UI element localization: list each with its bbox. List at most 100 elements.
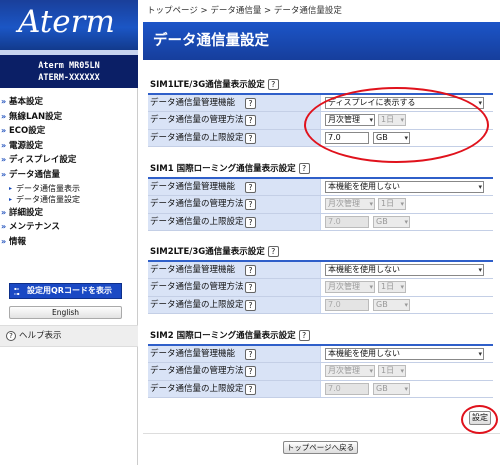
- row-limit-setting: データ通信量の上限設定? 7.0 GB ▾: [148, 213, 493, 231]
- chevron-down-icon: ▾: [369, 283, 373, 292]
- row-management-function: データ通信量管理機能? 本機能を使用しない ▾: [148, 179, 493, 197]
- management-function-select[interactable]: 本機能を使用しない ▾: [325, 348, 484, 360]
- arrow-icon: »: [1, 140, 7, 150]
- device-id: ATERM-XXXXXX: [38, 73, 100, 83]
- nav-item-power[interactable]: » 電源設定: [0, 139, 138, 154]
- limit-input[interactable]: 7.0: [325, 298, 369, 311]
- arrow-icon: »: [1, 126, 7, 136]
- management-method-select[interactable]: 月次管理 ▾: [325, 114, 375, 127]
- arrow-icon: »: [1, 155, 7, 165]
- limit-input[interactable]: 7.0: [325, 215, 369, 228]
- reset-day-select[interactable]: 1日 ▾: [378, 198, 406, 211]
- help-icon[interactable]: ?: [245, 265, 256, 276]
- help-link[interactable]: ? ヘルプ表示: [0, 325, 138, 347]
- unit-select[interactable]: GB ▾: [373, 131, 410, 144]
- chevron-down-icon: ▾: [400, 283, 404, 292]
- nav-item-basic[interactable]: » 基本設定: [0, 95, 138, 110]
- limit-input[interactable]: 7.0: [325, 131, 369, 144]
- management-function-select[interactable]: 本機能を使用しない ▾: [325, 264, 484, 276]
- management-method-select[interactable]: 月次管理 ▾: [325, 365, 375, 378]
- help-icon[interactable]: ?: [245, 115, 256, 127]
- row-management-function: データ通信量管理機能? ディスプレイに表示する ▾: [148, 95, 493, 113]
- chevron-down-icon: ▾: [369, 200, 373, 209]
- nav-item-wlan[interactable]: » 無線LAN設定: [0, 110, 138, 125]
- nav-sub-data-settings[interactable]: ▸ データ通信量設定: [0, 194, 138, 206]
- help-icon[interactable]: ?: [245, 282, 256, 294]
- reset-day-select[interactable]: 1日 ▾: [378, 365, 406, 378]
- qr-icon: ▪▫ ▫▪: [14, 285, 20, 296]
- row-management-method: データ通信量の管理方法? 月次管理 ▾ 1日 ▾: [148, 112, 493, 130]
- nav-item-data-usage[interactable]: » データ通信量: [0, 168, 138, 183]
- row-management-method: データ通信量の管理方法? 月次管理 ▾ 1日 ▾: [148, 363, 493, 381]
- help-icon[interactable]: ?: [245, 182, 256, 193]
- page-title: データ通信量設定: [143, 22, 500, 60]
- chevron-down-icon: ▾: [404, 300, 408, 309]
- arrow-icon: »: [1, 111, 7, 121]
- help-icon[interactable]: ?: [267, 246, 279, 257]
- submit-button[interactable]: 設定: [469, 411, 491, 425]
- help-icon[interactable]: ?: [245, 132, 256, 144]
- row-limit-setting: データ通信量の上限設定? 7.0 GB ▾: [148, 380, 493, 398]
- chevron-down-icon: ▾: [400, 116, 404, 125]
- divider: [143, 433, 500, 434]
- aterm-logo: Aterm: [18, 4, 115, 40]
- breadcrumb: トップページ > データ通信量 > データ通信量設定: [147, 6, 342, 16]
- unit-select[interactable]: GB ▾: [373, 215, 410, 228]
- arrow-icon: »: [1, 169, 7, 179]
- section-title: SIM2 国際ローミング通信量表示設定?: [148, 329, 493, 346]
- model-name: Aterm MR05LN: [38, 61, 100, 71]
- english-button[interactable]: English: [9, 306, 122, 319]
- management-function-select[interactable]: 本機能を使用しない ▾: [325, 181, 484, 193]
- help-icon[interactable]: ?: [245, 366, 256, 378]
- row-management-method: データ通信量の管理方法? 月次管理 ▾ 1日 ▾: [148, 279, 493, 297]
- section-title: SIM1LTE/3G通信量表示設定?: [148, 78, 493, 95]
- help-icon: ?: [6, 330, 16, 341]
- nav-item-maintenance[interactable]: » メンテナンス: [0, 220, 138, 235]
- row-management-method: データ通信量の管理方法? 月次管理 ▾ 1日 ▾: [148, 196, 493, 214]
- sidebar-nav: » 基本設定 » 無線LAN設定 » ECO設定 » 電源設定 » ディスプレイ設定 » デ…: [0, 95, 138, 249]
- arrow-icon: »: [1, 97, 7, 106]
- back-to-top-button[interactable]: トップページへ戻る: [283, 441, 358, 454]
- sidebar: Aterm Aterm MR05LN ATERM-XXXXXX » 基本設定 » 無…: [0, 0, 138, 465]
- help-icon[interactable]: ?: [267, 79, 279, 90]
- arrow-icon: »: [1, 207, 7, 217]
- nav-item-advanced[interactable]: » 詳細設定: [0, 206, 138, 221]
- chevron-down-icon: ▾: [400, 367, 404, 376]
- help-icon[interactable]: ?: [245, 383, 256, 395]
- row-limit-setting: データ通信量の上限設定? 7.0 GB ▾: [148, 129, 493, 147]
- help-icon[interactable]: ?: [245, 299, 256, 311]
- chevron-down-icon: ▾: [478, 183, 482, 191]
- qr-code-button[interactable]: ▪▫ ▫▪ 設定用QRコードを表示: [9, 283, 122, 299]
- help-icon[interactable]: ?: [298, 163, 310, 174]
- row-limit-setting: データ通信量の上限設定? 7.0 GB ▾: [148, 296, 493, 314]
- management-method-select[interactable]: 月次管理 ▾: [325, 198, 375, 211]
- nav-item-eco[interactable]: » ECO設定: [0, 124, 138, 139]
- help-icon[interactable]: ?: [245, 199, 256, 211]
- section-sim2-roaming: SIM2 国際ローミング通信量表示設定? データ通信量管理機能? 本機能を使用し…: [148, 329, 493, 398]
- logo-banner: Aterm: [0, 0, 138, 50]
- section-title: SIM2LTE/3G通信量表示設定?: [148, 245, 493, 262]
- reset-day-select[interactable]: 1日 ▾: [378, 281, 406, 294]
- nav-item-info[interactable]: » 情報: [0, 235, 138, 250]
- chevron-down-icon: ▾: [478, 99, 482, 107]
- chevron-down-icon: ▾: [369, 367, 373, 376]
- nav-item-display[interactable]: » ディスプレイ設定: [0, 153, 138, 168]
- reset-day-select[interactable]: 1日 ▾: [378, 114, 406, 127]
- model-info: Aterm MR05LN ATERM-XXXXXX: [0, 55, 138, 88]
- section-sim2-lte: SIM2LTE/3G通信量表示設定? データ通信量管理機能? 本機能を使用しない…: [148, 245, 493, 314]
- management-function-select[interactable]: ディスプレイに表示する ▾: [325, 97, 484, 109]
- help-icon[interactable]: ?: [245, 98, 256, 109]
- nav-sub-data-display[interactable]: ▸ データ通信量表示: [0, 183, 138, 195]
- bullet-arrow-icon: ▸: [9, 196, 13, 204]
- row-management-function: データ通信量管理機能? 本機能を使用しない ▾: [148, 262, 493, 280]
- unit-select[interactable]: GB ▾: [373, 298, 410, 311]
- management-method-select[interactable]: 月次管理 ▾: [325, 281, 375, 294]
- chevron-down-icon: ▾: [404, 384, 408, 393]
- section-sim1-roaming: SIM1 国際ローミング通信量表示設定? データ通信量管理機能? 本機能を使用し…: [148, 162, 493, 231]
- chevron-down-icon: ▾: [478, 350, 482, 358]
- help-icon[interactable]: ?: [245, 349, 256, 360]
- help-icon[interactable]: ?: [298, 330, 310, 341]
- unit-select[interactable]: GB ▾: [373, 382, 410, 395]
- help-icon[interactable]: ?: [245, 216, 256, 228]
- limit-input[interactable]: 7.0: [325, 382, 369, 395]
